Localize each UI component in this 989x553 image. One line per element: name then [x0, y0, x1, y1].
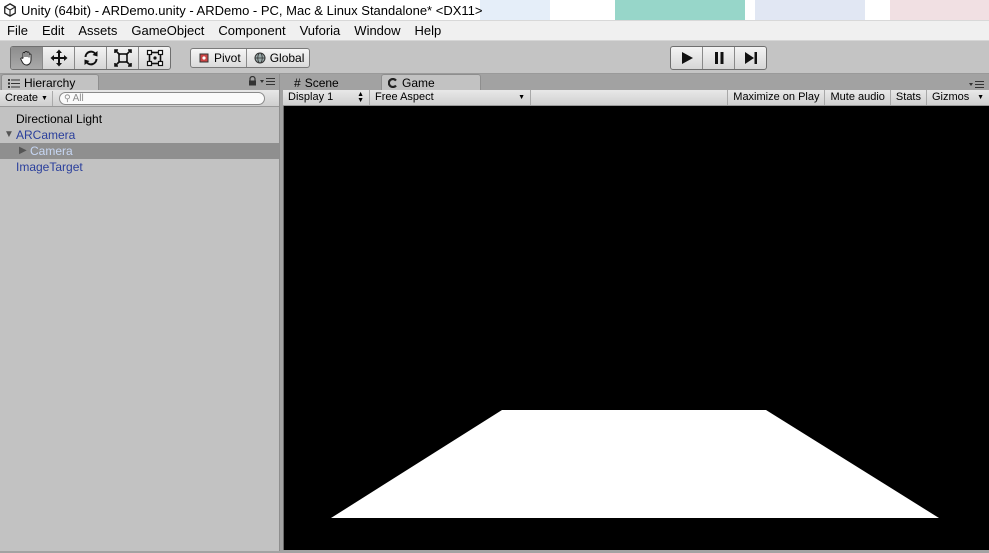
hierarchy-item-label: Camera — [30, 144, 73, 158]
scene-tab-label: Scene — [304, 76, 339, 90]
menu-window[interactable]: Window — [347, 21, 407, 40]
hierarchy-tab-bar: Hierarchy — [0, 74, 279, 91]
menu-component[interactable]: Component — [211, 21, 292, 40]
transform-tools — [10, 46, 171, 70]
game-view-toolbar: Display 1 ▲ ▼ Free Aspect ▼ Maximize on P… — [283, 90, 989, 106]
tab-game[interactable]: Game — [381, 74, 481, 91]
gizmos-label: Gizmos — [932, 91, 970, 103]
menu-file[interactable]: File — [0, 21, 35, 40]
global-label: Global — [269, 51, 305, 65]
menu-assets[interactable]: Assets — [71, 21, 124, 40]
rect-icon — [146, 49, 163, 67]
step-icon — [744, 52, 757, 64]
hierarchy-item[interactable]: ImageTarget — [0, 159, 279, 175]
rect-tool-button[interactable] — [139, 47, 170, 69]
tab-scene[interactable]: # Scene — [287, 74, 357, 91]
hierarchy-tab-label: Hierarchy — [24, 76, 76, 90]
playback-controls — [670, 46, 767, 70]
background-blur — [755, 0, 865, 20]
play-icon — [681, 52, 693, 64]
grid-icon: # — [294, 76, 301, 90]
hierarchy-item[interactable]: ▼ ARCamera — [0, 127, 279, 143]
expand-arrow-icon[interactable]: ▼ — [4, 127, 14, 143]
pivot-label: Pivot — [214, 51, 241, 65]
lock-icon[interactable] — [248, 76, 257, 86]
move-icon — [50, 49, 67, 67]
game-view-panel: # Scene Game Display 1 ▲ ▼ Free Aspect ▼ … — [281, 74, 989, 551]
tab-hierarchy[interactable]: Hierarchy — [1, 74, 99, 91]
stats-label: Stats — [895, 91, 921, 103]
pause-icon — [714, 52, 723, 64]
step-button[interactable] — [735, 47, 766, 69]
menu-gameobject[interactable]: GameObject — [124, 21, 211, 40]
menu-help[interactable]: Help — [408, 21, 449, 40]
pause-button[interactable] — [703, 47, 735, 69]
list-icon — [8, 79, 20, 88]
hierarchy-item-label: ARCamera — [16, 128, 76, 142]
stepper-arrows-icon: ▲ ▼ — [357, 90, 364, 104]
aspect-select[interactable]: Free Aspect ▼ — [370, 90, 531, 105]
aspect-label: Free Aspect — [375, 91, 434, 103]
hand-icon — [19, 51, 31, 66]
game-viewport[interactable] — [283, 106, 989, 550]
hierarchy-panel: Hierarchy Create ▼ ⚲ All Directional Lig… — [0, 74, 280, 551]
gizmos-dropdown[interactable]: Gizmos ▼ — [927, 90, 989, 105]
dropdown-caret-icon: ▼ — [518, 94, 525, 101]
panel-menu-icon[interactable] — [260, 77, 276, 85]
hierarchy-search-input[interactable]: ⚲ All — [58, 91, 265, 105]
play-button[interactable] — [671, 47, 703, 69]
game-icon — [388, 78, 397, 88]
hierarchy-toolbar: Create ▼ ⚲ All — [0, 90, 279, 107]
hierarchy-item[interactable]: Directional Light — [0, 111, 279, 127]
maximize-label: Maximize on Play — [733, 91, 820, 103]
menu-bar: File Edit Assets GameObject Component Vu… — [0, 21, 989, 41]
rotate-icon — [84, 50, 97, 66]
hand-tool-button[interactable] — [11, 47, 43, 69]
globe-icon — [254, 52, 266, 64]
background-blur — [615, 0, 745, 20]
window-title: Unity (64bit) - ARDemo.unity - ARDemo - … — [21, 2, 483, 18]
window-title-bar: Unity (64bit) - ARDemo.unity - ARDemo - … — [0, 0, 989, 21]
pivot-icon — [199, 53, 209, 63]
rotate-tool-button[interactable] — [75, 47, 107, 69]
display-select[interactable]: Display 1 ▲ ▼ — [283, 90, 370, 105]
menu-edit[interactable]: Edit — [35, 21, 71, 40]
mute-audio-toggle[interactable]: Mute audio — [825, 90, 891, 105]
background-blur — [890, 0, 989, 20]
hierarchy-item[interactable]: ▶ Camera — [0, 143, 279, 159]
background-blur — [480, 0, 550, 20]
panel-menu-icon[interactable] — [969, 80, 985, 88]
game-tab-label: Game — [402, 76, 435, 90]
hierarchy-tree: Directional Light ▼ ARCamera ▶ Camera ImageTa… — [0, 111, 279, 175]
mute-label: Mute audio — [830, 91, 885, 103]
maximize-on-play-toggle[interactable]: Maximize on Play — [727, 90, 826, 105]
hierarchy-item-label: ImageTarget — [16, 160, 83, 174]
dropdown-caret-icon: ▼ — [977, 94, 984, 101]
hierarchy-item-label: Directional Light — [16, 112, 103, 126]
unity-logo-icon — [4, 3, 16, 17]
hierarchy-tab-controls — [248, 76, 276, 86]
menu-vuforia[interactable]: Vuforia — [293, 21, 348, 40]
pivot-toggle-group: Pivot Global — [190, 48, 311, 68]
create-dropdown[interactable]: Create ▼ — [0, 90, 53, 106]
search-icon: ⚲ — [63, 92, 71, 103]
search-placeholder: All — [72, 92, 84, 104]
game-render — [284, 106, 989, 550]
scale-icon — [113, 49, 132, 67]
display-label: Display 1 — [288, 91, 334, 103]
dropdown-caret-icon: ▼ — [41, 94, 48, 102]
scale-tool-button[interactable] — [107, 47, 139, 69]
collapse-arrow-icon[interactable]: ▶ — [19, 143, 27, 159]
move-tool-button[interactable] — [43, 47, 75, 69]
pivot-button[interactable]: Pivot — [191, 49, 247, 67]
global-button[interactable]: Global — [247, 49, 310, 67]
stats-toggle[interactable]: Stats — [891, 90, 927, 105]
create-label: Create — [5, 91, 39, 104]
main-toolbar: Pivot Global — [0, 41, 989, 74]
